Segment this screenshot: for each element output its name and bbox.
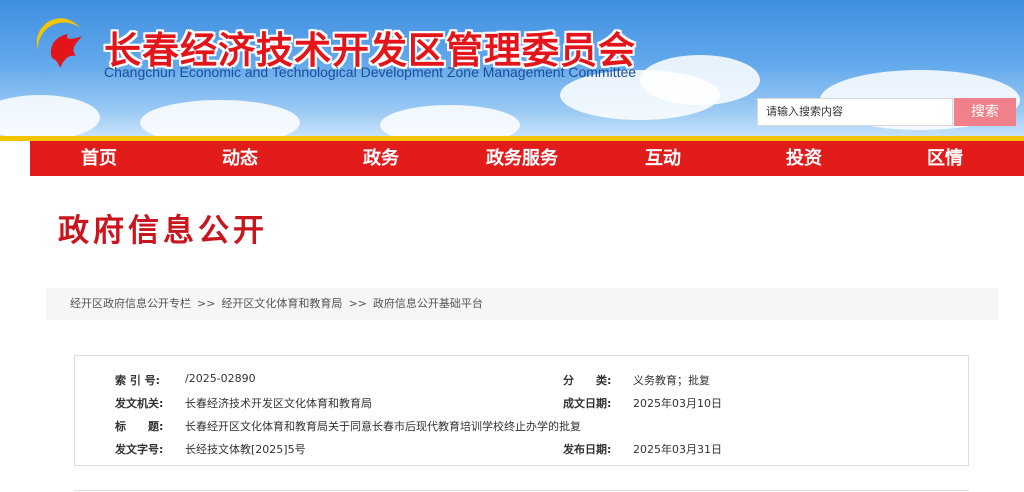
nav-item-investment[interactable]: 投资 xyxy=(786,141,822,176)
content-divider xyxy=(74,490,969,491)
site-subtitle: Changchun Economic and Technological Dev… xyxy=(104,64,637,80)
category-value: 义务教育；批复 xyxy=(633,374,710,387)
red-phoenix-logo-icon[interactable] xyxy=(30,18,96,84)
created-date-label: 成文日期: xyxy=(563,397,612,410)
breadcrumb-separator: >> xyxy=(348,297,367,310)
issuer-value: 长春经济技术开发区文化体育和教育局 xyxy=(185,397,372,410)
published-date-value: 2025年03月31日 xyxy=(633,443,722,456)
title-label: 标 题: xyxy=(115,420,164,433)
published-date-label: 发布日期: xyxy=(563,443,612,456)
category-label: 分 类: xyxy=(563,374,612,387)
breadcrumb-link-base-platform[interactable]: 政府信息公开基础平台 xyxy=(373,297,483,310)
nav-item-news[interactable]: 动态 xyxy=(222,141,258,176)
breadcrumb: 经开区政府信息公开专栏 >> 经开区文化体育和教育局 >> 政府信息公开基础平台 xyxy=(70,288,483,320)
nav-item-home[interactable]: 首页 xyxy=(81,141,117,176)
breadcrumb-link-info-column[interactable]: 经开区政府信息公开专栏 xyxy=(70,297,191,310)
index-value: /2025-02890 xyxy=(185,372,256,385)
doc-number-label: 发文字号: xyxy=(115,443,164,456)
cloud-decoration xyxy=(0,95,100,140)
nav-item-district-info[interactable]: 区情 xyxy=(927,141,963,176)
document-info-box: 索 引 号: /2025-02890 分 类: 义务教育；批复 发文机关: 长春… xyxy=(74,355,969,466)
created-date-value: 2025年03月10日 xyxy=(633,397,722,410)
search-input[interactable]: 请输入搜索内容 xyxy=(757,98,953,126)
breadcrumb-bar: 经开区政府信息公开专栏 >> 经开区文化体育和教育局 >> 政府信息公开基础平台 xyxy=(46,288,998,320)
page-heading: 政府信息公开 xyxy=(58,213,268,249)
cloud-decoration xyxy=(640,55,760,105)
cloud-decoration xyxy=(380,105,520,140)
doc-number-value: 长经技文体教[2025]5号 xyxy=(185,443,306,456)
main-nav: 首页 动态 政务 政务服务 互动 投资 区情 xyxy=(30,141,1024,176)
breadcrumb-link-culture-bureau[interactable]: 经开区文化体育和教育局 xyxy=(221,297,342,310)
index-label: 索 引 号: xyxy=(115,374,161,387)
breadcrumb-separator: >> xyxy=(197,297,216,310)
search-button[interactable]: 搜索 xyxy=(954,98,1016,126)
nav-item-gov-services[interactable]: 政务服务 xyxy=(486,141,558,176)
site-header: 长春经济技术开发区管理委员会 Changchun Economic and Te… xyxy=(0,0,1024,140)
nav-item-interaction[interactable]: 互动 xyxy=(645,141,681,176)
title-value: 长春经开区文化体育和教育局关于同意长春市后现代教育培训学校终止办学的批复 xyxy=(185,420,581,433)
issuer-label: 发文机关: xyxy=(115,397,164,410)
cloud-decoration xyxy=(140,100,300,140)
nav-item-government[interactable]: 政务 xyxy=(363,141,399,176)
